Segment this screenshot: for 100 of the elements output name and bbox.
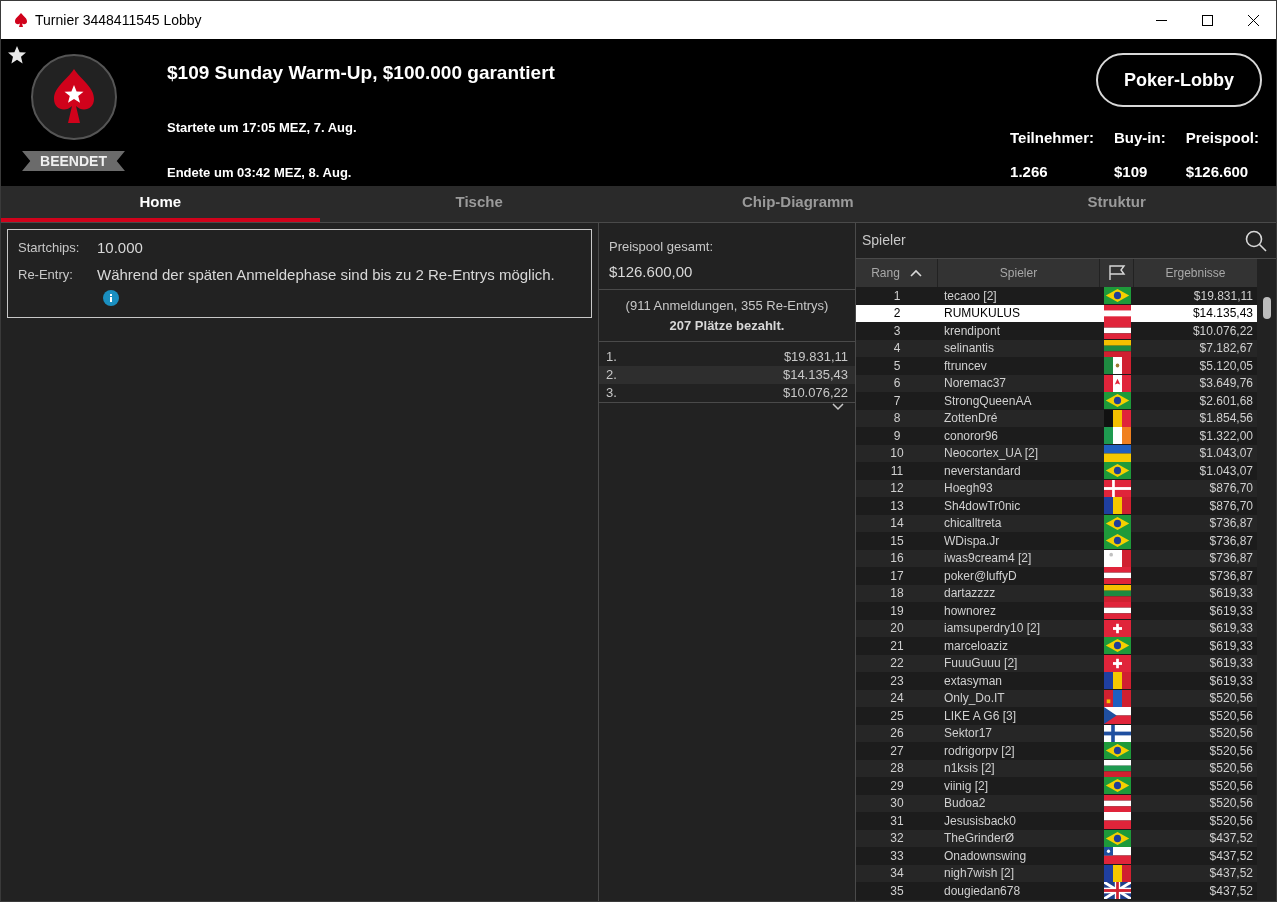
close-icon [1247,14,1259,26]
result-cell-text: $520,56 [1208,742,1254,760]
player-row[interactable]: 35 dougiedan678 $437,52 [856,882,1257,900]
poker-lobby-button[interactable]: Poker-Lobby [1096,53,1262,107]
player-name: WDispa.Jr [943,532,1001,550]
rank-cell-text: 34 [889,865,905,883]
player-row[interactable]: 17 poker@luffyD $736,87 [856,567,1257,585]
payout-place: 2. [606,366,617,385]
results-column-header[interactable]: Ergebnisse [1134,259,1257,287]
player-name: hownorez [943,602,998,620]
tournament-title: $109 Sunday Warm-Up, $100.000 garantiert [167,61,555,85]
window-title: Turnier 3448411545 Lobby [35,10,202,30]
player-name: dougiedan678 [943,882,1022,900]
player-name: StrongQueenAA [943,392,1033,410]
player-name: neverstandard [943,462,1022,480]
player-row[interactable]: 15 WDispa.Jr $736,87 [856,532,1257,550]
star-icon[interactable] [7,45,27,65]
result-cell-text: $520,56 [1208,707,1254,725]
player-name: n1ksis [2] [943,760,996,778]
player-name: Jesusisback0 [943,812,1018,830]
tab[interactable]: Struktur [957,186,1276,222]
flag-column-icon[interactable] [1107,265,1126,281]
tab[interactable]: Home [1,186,320,222]
player-name: Budoa2 [943,795,987,813]
info-value: Während der späten Anmeldephase sind bis zu 2 Re-Entrys möglich. [97,263,562,311]
player-row[interactable]: 5 ftruncev $5.120,05 [856,357,1257,375]
result-cell-text: $619,33 [1208,620,1254,638]
player-row[interactable]: 23 extasyman $619,33 [856,672,1257,690]
result-cell-text: $2.601,68 [1198,392,1254,410]
rank-cell-text: 22 [889,655,905,673]
paid-places-text: 207 Plätze bezahlt. [669,316,785,335]
result-cell-text: $619,33 [1208,585,1254,603]
result-cell-text: $619,33 [1208,672,1254,690]
player-row[interactable]: 3 krendipont $10.076,22 [856,322,1257,340]
player-row[interactable]: 19 hownorez $619,33 [856,602,1257,620]
result-cell-text: $7.182,67 [1198,340,1254,358]
player-name: Sh4dowTr0nic [943,497,1022,515]
player-name: FuuuGuuu [2] [943,655,1019,673]
rank-cell-text: 4 [892,340,902,358]
stat-value: $126.600 [1185,161,1250,182]
tab[interactable]: Chip-Diagramm [638,186,958,222]
chevron-down-icon[interactable] [831,403,845,411]
rank-cell-text: 35 [889,882,905,900]
player-name: TheGrinderØ [943,830,1016,848]
player-row[interactable]: 1 tecaoo [2] $19.831,11 [856,287,1257,305]
result-cell-text: $520,56 [1208,777,1254,795]
rank-cell-text: 12 [889,480,905,498]
result-cell-text: $619,33 [1208,602,1254,620]
player-row[interactable]: 9 conoror96 $1.322,00 [856,427,1257,445]
rank-cell-text: 30 [889,795,905,813]
player-row[interactable]: 11 neverstandard $1.043,07 [856,462,1257,480]
rank-cell-text: 8 [892,410,902,428]
rank-cell-text: 10 [889,445,905,463]
rank-cell-text: 29 [889,777,905,795]
player-name: LIKE A G6 [3] [943,707,1018,725]
rank-cell-text: 7 [892,392,902,410]
rank-cell-text: 21 [889,637,905,655]
rank-cell-text: 9 [892,427,902,445]
player-row[interactable]: 29 viinig [2] $520,56 [856,777,1257,795]
payout-amount: $10.076,22 [782,384,848,403]
player-name: conoror96 [943,427,1000,445]
player-name: ftruncev [943,357,988,375]
player-row[interactable]: 25 LIKE A G6 [3] $520,56 [856,707,1257,725]
rank-cell-text: 18 [889,585,905,603]
result-cell-text: $736,87 [1208,532,1254,550]
player-row[interactable]: 27 rodrigorpv [2] $520,56 [856,742,1257,760]
player-row[interactable]: 21 marceloaziz $619,33 [856,637,1257,655]
player-name: Only_Do.IT [943,690,1006,708]
player-row[interactable]: 31 Jesusisback0 $520,56 [856,812,1257,830]
info-icon[interactable] [103,290,119,306]
search-icon[interactable] [1245,229,1267,252]
player-name: tecaoo [2] [943,287,998,305]
payout-place: 1. [606,348,617,367]
rank-cell-text: 13 [889,497,905,515]
result-cell-text: $437,52 [1208,882,1254,900]
result-cell-text: $619,33 [1208,655,1254,673]
entries-text: (911 Anmeldungen, 355 Re-Entrys) [625,297,829,315]
result-cell-text: $10.076,22 [1191,322,1254,340]
player-row[interactable]: 13 Sh4dowTr0nic $876,70 [856,497,1257,515]
player-row[interactable]: 33 Onadownswing $437,52 [856,847,1257,865]
rank-cell-text: 20 [889,620,905,638]
payout-amount: $14.135,43 [782,366,848,385]
player-row[interactable]: 7 StrongQueenAA $2.601,68 [856,392,1257,410]
result-cell-text: $520,56 [1208,812,1254,830]
rank-cell-text: 19 [889,602,905,620]
tab[interactable]: Tische [319,186,639,222]
rank-cell-text: 24 [889,690,905,708]
info-label: Startchips: [18,239,81,257]
logo-icon [29,53,118,141]
stat-label: Teilnehmer: [1010,128,1094,148]
player-name: Neocortex_UA [2] [943,445,1040,463]
result-cell-text: $876,70 [1208,480,1254,498]
result-cell-text: $437,52 [1208,847,1254,865]
rank-cell-text: 2 [892,305,902,323]
result-cell-text: $5.120,05 [1198,357,1254,375]
player-name: rodrigorpv [2] [943,742,1016,760]
stat-value: 1.266 [1010,161,1049,182]
player-name: nigh7wish [2] [943,865,1016,883]
result-cell-text: $736,87 [1208,515,1254,533]
result-cell-text: $520,56 [1208,760,1254,778]
